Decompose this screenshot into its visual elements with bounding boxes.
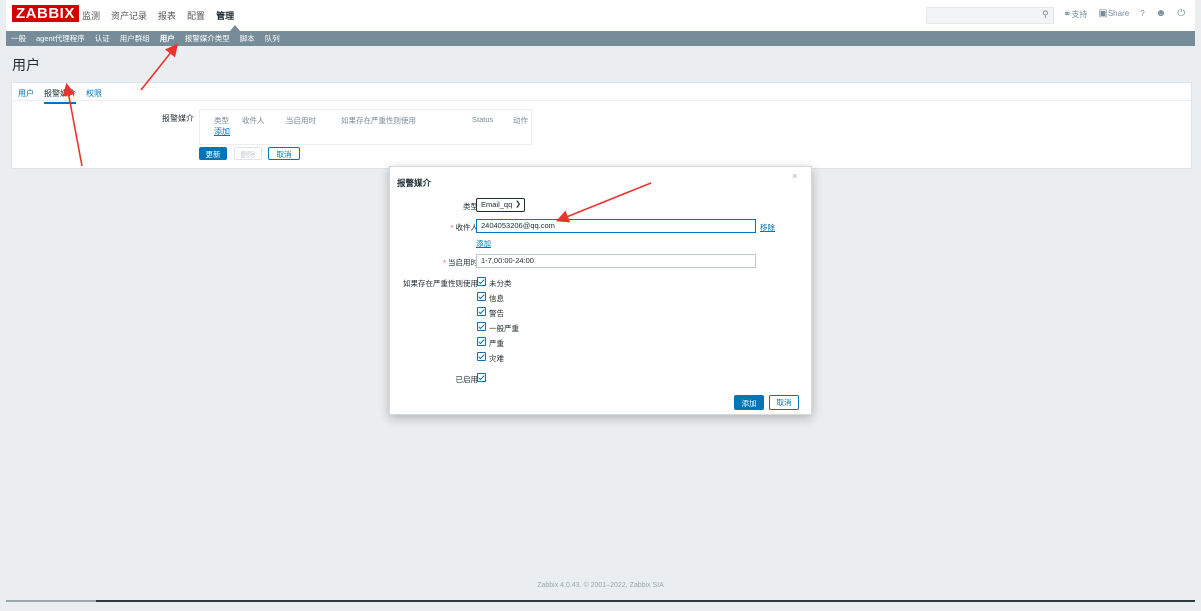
dialog-cancel-button[interactable]: 取消	[769, 395, 799, 410]
top-header: ZABBIX 监测 资产记录 报表 配置 管理 ⚲ ⚭支持 ▣Share ? ☻…	[6, 0, 1195, 31]
tab-divider	[12, 100, 1191, 101]
media-table: 类型 收件人 当启用时 如果存在严重性则使用 Status 动作 添加	[199, 109, 532, 145]
media-field-label: 报警媒介	[162, 114, 194, 123]
search-input[interactable]	[926, 7, 1054, 24]
share-link[interactable]: ▣Share	[1098, 9, 1129, 20]
col-when-active: 当启用时	[286, 116, 316, 125]
menu-inventory[interactable]: 资产记录	[111, 9, 147, 22]
col-action: 动作	[513, 116, 528, 125]
delete-button[interactable]: 删除	[234, 147, 262, 160]
submenu-queue[interactable]: 队列	[260, 31, 285, 46]
bottom-bar	[6, 600, 1195, 602]
add-button[interactable]: 添加	[734, 395, 764, 410]
add-media-link[interactable]: 添加	[214, 126, 230, 137]
cancel-button[interactable]: 取消	[268, 147, 300, 160]
submenu-user-groups[interactable]: 用户群组	[115, 31, 155, 46]
chevron-down-icon: ❯	[515, 201, 521, 208]
recipient-label: * 收件人	[450, 223, 478, 232]
bottom-scroll-indicator	[6, 600, 96, 602]
sub-menu: 一般 agent代理程序 认证 用户群组 用户 报警媒介类型 脚本 队列	[6, 31, 1195, 46]
severity-label-4: 严重	[489, 339, 504, 348]
media-dialog: 报警媒介 × 类型 Email_qq ❯ * 收件人 2404053206@qq…	[389, 166, 812, 415]
zabbix-logo[interactable]: ZABBIX	[12, 5, 79, 22]
update-button[interactable]: 更新	[199, 147, 227, 160]
severity-warning-checkbox[interactable]	[477, 307, 486, 316]
severity-information-checkbox[interactable]	[477, 292, 486, 301]
when-active-label: * 当启用时	[442, 258, 478, 267]
footer-copyright: Zabbix 4.0.43. © 2001–2022, Zabbix SIA	[537, 582, 664, 589]
col-type: 类型	[214, 116, 229, 125]
severity-disaster-checkbox[interactable]	[477, 352, 486, 361]
tab-permissions[interactable]: 权限	[86, 88, 102, 104]
col-severity: 如果存在严重性则使用	[341, 116, 416, 125]
support-link[interactable]: ⚭支持	[1063, 9, 1087, 20]
severity-label-1: 信息	[489, 294, 504, 303]
submenu-authentication[interactable]: 认证	[90, 31, 115, 46]
submenu-general[interactable]: 一般	[6, 31, 31, 46]
when-active-input[interactable]: 1-7,00:00-24:00	[476, 254, 756, 268]
enabled-label: 已启用	[455, 375, 479, 384]
help-button[interactable]: ?	[1140, 9, 1144, 20]
recipient-input[interactable]: 2404053206@qq.com	[476, 219, 756, 233]
close-icon[interactable]: ×	[792, 171, 797, 181]
menu-configuration[interactable]: 配置	[187, 9, 205, 22]
logout-icon[interactable]: ⏻	[1177, 9, 1185, 20]
submenu-scripts[interactable]: 脚本	[235, 31, 260, 46]
user-profile-icon[interactable]: ☻	[1156, 9, 1167, 20]
severity-high-checkbox[interactable]	[477, 337, 486, 346]
severity-label: 如果存在严重性则使用	[403, 279, 478, 288]
severity-label-3: 一般严重	[489, 324, 519, 333]
enabled-checkbox[interactable]	[477, 373, 486, 382]
severity-average-checkbox[interactable]	[477, 322, 486, 331]
submenu-media-types[interactable]: 报警媒介类型	[180, 31, 235, 46]
menu-monitoring[interactable]: 监测	[82, 9, 100, 22]
menu-reports[interactable]: 报表	[158, 9, 176, 22]
dialog-title: 报警媒介	[397, 178, 432, 188]
severity-label-5: 灾难	[489, 354, 504, 363]
tab-bar: 用户 报警媒介 权限	[18, 88, 102, 104]
main-menu: 监测 资产记录 报表 配置 管理	[82, 9, 234, 22]
col-status: Status	[472, 115, 494, 124]
remove-recipient-link[interactable]: 移除	[760, 222, 775, 233]
menu-administration[interactable]: 管理	[216, 9, 234, 22]
severity-label-0: 未分类	[489, 279, 512, 288]
severity-not-classified-checkbox[interactable]	[477, 277, 486, 286]
tab-user[interactable]: 用户	[18, 88, 34, 104]
search-icon[interactable]: ⚲	[1042, 9, 1049, 20]
col-recipient: 收件人	[242, 116, 265, 125]
share-box-icon: ▣	[1098, 8, 1108, 19]
tab-media[interactable]: 报警媒介	[44, 88, 76, 104]
severity-label-2: 警告	[489, 309, 504, 318]
user-form-panel: 用户 报警媒介 权限 报警媒介 类型 收件人 当启用时 如果存在严重性则使用 S…	[11, 82, 1192, 169]
submenu-proxies[interactable]: agent代理程序	[31, 31, 90, 46]
media-type-select[interactable]: Email_qq ❯	[476, 198, 525, 212]
page-title: 用户	[12, 57, 40, 73]
add-recipient-link[interactable]: 添加	[476, 238, 491, 249]
submenu-users[interactable]: 用户	[155, 31, 180, 46]
header-tools: ⚭支持 ▣Share ? ☻ ⏻	[1063, 9, 1185, 20]
